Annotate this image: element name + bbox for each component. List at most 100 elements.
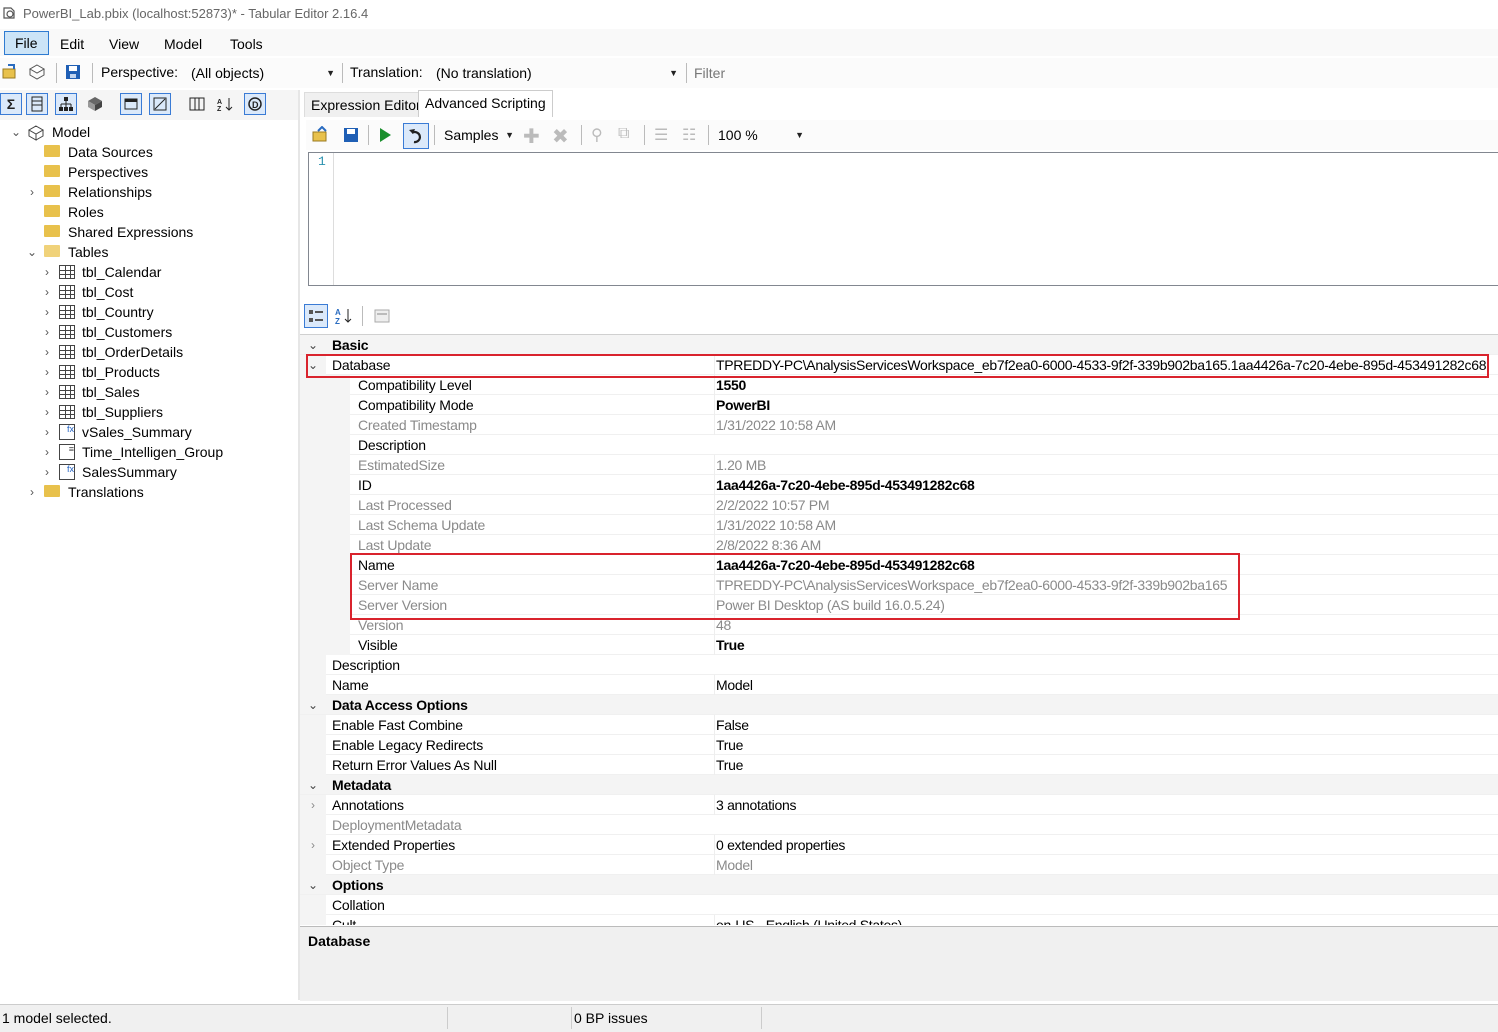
prop-row-database[interactable]: ⌄ Database TPREDDY-PC\AnalysisServicesWo… xyxy=(300,355,1498,375)
tree-node-roles[interactable]: Roles xyxy=(0,202,298,222)
prop-row-visible[interactable]: Visible True xyxy=(300,635,1498,655)
uncomment-icon[interactable]: ☷ xyxy=(682,125,696,145)
chevron-right-icon[interactable]: › xyxy=(41,422,53,442)
prop-row-object-type[interactable]: Object Type Model xyxy=(300,855,1498,875)
chevron-down-icon[interactable]: ⌄ xyxy=(10,122,22,142)
tree-node-perspectives[interactable]: Perspectives xyxy=(0,162,298,182)
tab-expression-editor[interactable]: Expression Editor xyxy=(304,92,428,117)
prop-row-culture-partial[interactable]: Cult en-US - English (United States) xyxy=(300,915,1498,925)
prop-row-deployment-metadata[interactable]: DeploymentMetadata xyxy=(300,815,1498,835)
tree-node-table[interactable]: › tbl_Products xyxy=(0,362,298,382)
chevron-down-icon[interactable]: ⌄ xyxy=(306,695,320,715)
chevron-down-icon[interactable]: ⌄ xyxy=(306,875,320,895)
tree-node-translations[interactable]: › Translations xyxy=(0,482,298,502)
save-icon[interactable] xyxy=(64,63,82,81)
tree-node-calculated-table[interactable]: › fx SalesSummary xyxy=(0,462,298,482)
undo-script-button[interactable] xyxy=(403,123,429,149)
replace-icon[interactable]: ⧉ xyxy=(618,125,629,143)
tree-node-table[interactable]: › tbl_Sales xyxy=(0,382,298,402)
alphabetical-button[interactable]: AZ xyxy=(332,304,356,328)
remove-icon[interactable]: ✖ xyxy=(552,124,569,149)
prop-row-id[interactable]: ID 1aa4426a-7c20-4ebe-895d-453491282c68 xyxy=(300,475,1498,495)
chevron-down-icon[interactable]: ⌄ xyxy=(306,335,320,355)
menu-edit[interactable]: Edit xyxy=(50,34,94,54)
menu-file[interactable]: File xyxy=(4,31,49,55)
script-editor[interactable]: 1 xyxy=(308,152,1498,286)
chevron-down-icon[interactable]: ⌄ xyxy=(26,242,38,262)
deploy-icon[interactable] xyxy=(28,63,46,81)
tree-node-calculation-group[interactable]: › ≡ Time_Intelligen_Group xyxy=(0,442,298,462)
prop-row-collation[interactable]: Collation xyxy=(300,895,1498,915)
prop-row-enable-fast-combine[interactable]: Enable Fast Combine False xyxy=(300,715,1498,735)
show-all-columns-button[interactable] xyxy=(186,93,208,115)
tree-node-data-sources[interactable]: Data Sources xyxy=(0,142,298,162)
categorized-button[interactable] xyxy=(304,304,328,328)
chevron-right-icon[interactable]: › xyxy=(41,262,53,282)
prop-row-compatibility-mode[interactable]: Compatibility Mode PowerBI xyxy=(300,395,1498,415)
save-script-icon[interactable] xyxy=(342,126,360,144)
tree-node-shared-expressions[interactable]: Shared Expressions xyxy=(0,222,298,242)
tree-node-table[interactable]: › tbl_Customers xyxy=(0,322,298,342)
chevron-right-icon[interactable]: › xyxy=(41,282,53,302)
chevron-right-icon[interactable]: › xyxy=(306,795,320,815)
category-metadata[interactable]: ⌄ Metadata xyxy=(300,775,1498,795)
show-hidden-button[interactable] xyxy=(120,93,142,115)
prop-row-db-name[interactable]: Name 1aa4426a-7c20-4ebe-895d-453491282c6… xyxy=(300,555,1498,575)
chevron-right-icon[interactable]: › xyxy=(41,402,53,422)
prop-row-db-description[interactable]: Description xyxy=(300,435,1498,455)
prop-row-description[interactable]: Description xyxy=(300,655,1498,675)
chevron-right-icon[interactable]: › xyxy=(306,835,320,855)
tree-node-relationships[interactable]: › Relationships xyxy=(0,182,298,202)
prop-row-return-error-values-as-null[interactable]: Return Error Values As Null True xyxy=(300,755,1498,775)
tree-node-calculated-table[interactable]: › fx vSales_Summary xyxy=(0,422,298,442)
chevron-right-icon[interactable]: › xyxy=(41,342,53,362)
chevron-right-icon[interactable]: › xyxy=(26,182,38,202)
menu-tools[interactable]: Tools xyxy=(220,34,273,54)
sort-button[interactable]: AZ xyxy=(214,93,236,115)
samples-dropdown[interactable]: Samples ▼ xyxy=(444,124,520,146)
chevron-down-icon[interactable]: ⌄ xyxy=(306,775,320,795)
prop-row-enable-legacy-redirects[interactable]: Enable Legacy Redirects True xyxy=(300,735,1498,755)
chevron-right-icon[interactable]: › xyxy=(41,382,53,402)
chevron-right-icon[interactable]: › xyxy=(41,322,53,342)
show-columns-button[interactable] xyxy=(26,93,48,115)
chevron-right-icon[interactable]: › xyxy=(41,442,53,462)
prop-row-created-timestamp[interactable]: Created Timestamp 1/31/2022 10:58 AM xyxy=(300,415,1498,435)
tree-node-table[interactable]: › tbl_Calendar xyxy=(0,262,298,282)
prop-row-extended-properties[interactable]: › Extended Properties 0 extended propert… xyxy=(300,835,1498,855)
menu-model[interactable]: Model xyxy=(154,34,212,54)
prop-row-estimated-size[interactable]: EstimatedSize 1.20 MB xyxy=(300,455,1498,475)
tree-node-tables[interactable]: ⌄ Tables xyxy=(0,242,298,262)
tree-node-table[interactable]: › tbl_Cost xyxy=(0,282,298,302)
chevron-right-icon[interactable]: › xyxy=(41,302,53,322)
chevron-right-icon[interactable]: › xyxy=(41,462,53,482)
tree-node-table[interactable]: › tbl_OrderDetails xyxy=(0,342,298,362)
show-hierarchies-button[interactable] xyxy=(55,93,77,115)
filter-input[interactable]: Filter xyxy=(690,62,1490,84)
show-measures-button[interactable]: Σ xyxy=(0,93,22,115)
chevron-down-icon[interactable]: ⌄ xyxy=(306,355,320,375)
prop-row-last-schema-update[interactable]: Last Schema Update 1/31/2022 10:58 AM xyxy=(300,515,1498,535)
show-partitions-button[interactable] xyxy=(84,93,106,115)
prop-row-name[interactable]: Name Model xyxy=(300,675,1498,695)
category-options[interactable]: ⌄ Options xyxy=(300,875,1498,895)
prop-row-compatibility-level[interactable]: Compatibility Level 1550 xyxy=(300,375,1498,395)
prop-row-server-name[interactable]: Server Name TPREDDY-PC\AnalysisServicesW… xyxy=(300,575,1498,595)
tree-node-table[interactable]: › tbl_Country xyxy=(0,302,298,322)
chevron-right-icon[interactable]: › xyxy=(26,482,38,502)
perspective-dropdown[interactable]: (All objects) ▼ xyxy=(187,62,337,84)
find-icon[interactable]: ⚲ xyxy=(591,125,603,145)
prop-row-last-processed[interactable]: Last Processed 2/2/2022 10:57 PM xyxy=(300,495,1498,515)
zoom-dropdown[interactable]: 100 % ▼ xyxy=(718,124,806,146)
prop-row-version[interactable]: Version 48 xyxy=(300,615,1498,635)
translation-dropdown[interactable]: (No translation) ▼ xyxy=(432,62,680,84)
prop-row-server-version[interactable]: Server Version Power BI Desktop (AS buil… xyxy=(300,595,1498,615)
prop-row-last-update[interactable]: Last Update 2/8/2022 8:36 AM xyxy=(300,535,1498,555)
property-pages-button[interactable] xyxy=(370,304,394,328)
open-script-icon[interactable] xyxy=(312,126,330,144)
tree-node-model[interactable]: ⌄ Model xyxy=(0,122,298,142)
tab-advanced-scripting[interactable]: Advanced Scripting xyxy=(418,90,553,117)
category-basic[interactable]: ⌄ Basic xyxy=(300,335,1498,355)
tree-node-table[interactable]: › tbl_Suppliers xyxy=(0,402,298,422)
chevron-right-icon[interactable]: › xyxy=(41,362,53,382)
